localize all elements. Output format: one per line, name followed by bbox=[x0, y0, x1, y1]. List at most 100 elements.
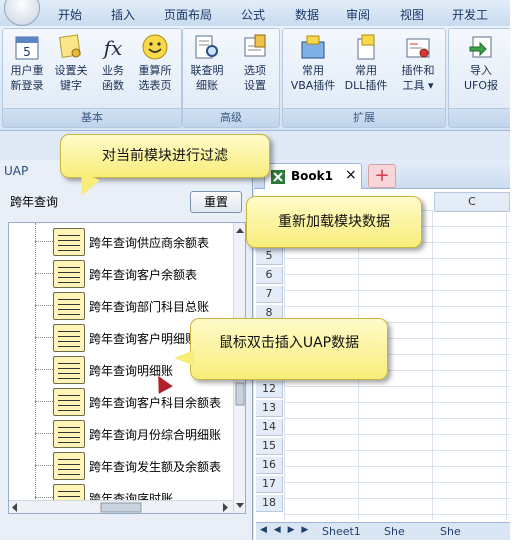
group-advanced: 联查明 细账 选项 设置 高级 bbox=[182, 28, 280, 128]
group-import: 导入 UFO报 bbox=[448, 28, 510, 128]
function-fx-icon: fx bbox=[99, 33, 127, 61]
vba-plugin-button[interactable]: 常用 VBA插件 bbox=[287, 33, 339, 103]
sheet-tab-2[interactable]: She bbox=[384, 525, 405, 538]
reset-button[interactable]: 重置 bbox=[190, 191, 242, 213]
import-ufo-button[interactable]: 导入 UFO报 bbox=[453, 33, 509, 103]
tree-branch-line bbox=[35, 433, 53, 434]
tree-item-label: 跨年查询发生额及余额表 bbox=[89, 460, 222, 474]
pane-title: UAP bbox=[4, 164, 29, 178]
workbook-tabbar: Book1 × + bbox=[254, 160, 510, 189]
tree-item[interactable]: 跨年查询月份综合明细账 bbox=[9, 417, 231, 449]
excel-icon bbox=[271, 170, 285, 184]
callout-filter: 对当前模块进行过滤 bbox=[60, 134, 270, 178]
report-icon bbox=[53, 260, 85, 288]
sheet-tab-3[interactable]: She bbox=[440, 525, 461, 538]
row-header[interactable]: 13 bbox=[256, 400, 283, 417]
row-header[interactable]: 5 bbox=[256, 248, 283, 265]
menu-home[interactable]: 开始 bbox=[58, 6, 82, 23]
menu-data[interactable]: 数据 bbox=[295, 6, 319, 23]
sheet-tab-1[interactable]: Sheet1 bbox=[322, 525, 361, 538]
office-button[interactable] bbox=[4, 0, 40, 26]
report-icon bbox=[53, 228, 85, 256]
sheet-navigation: ◀ ◀ ▶ ▶ Sheet1 She She bbox=[256, 522, 510, 540]
tree-branch-line bbox=[35, 369, 53, 370]
tree-item[interactable]: 跨年查询供应商余额表 bbox=[9, 225, 231, 257]
add-tab-button[interactable]: + bbox=[368, 164, 396, 188]
tree-branch-line bbox=[35, 241, 53, 242]
group-extensions: 常用 VBA插件 常用 DLL插件 插件和 工具 ▾ 扩展 bbox=[282, 28, 446, 128]
svg-text:5: 5 bbox=[23, 45, 31, 59]
report-icon bbox=[53, 420, 85, 448]
tree-branch-line bbox=[35, 337, 53, 338]
tree-item[interactable]: 跨年查询部门科目总账 bbox=[9, 289, 231, 321]
options-icon bbox=[241, 33, 269, 61]
relogin-button[interactable]: 5 用户重 新登录 bbox=[5, 33, 49, 103]
tree-item-label: 跨年查询客户科目余额表 bbox=[89, 396, 222, 410]
ledger-search-icon bbox=[193, 33, 221, 61]
ledger-query-button[interactable]: 联查明 细账 bbox=[185, 33, 229, 103]
report-icon bbox=[53, 452, 85, 480]
row-header[interactable]: 16 bbox=[256, 457, 283, 474]
close-tab-icon[interactable]: × bbox=[345, 167, 357, 183]
tree-item[interactable]: 跨年查询发生额及余额表 bbox=[9, 449, 231, 481]
svg-text:fx: fx bbox=[102, 36, 123, 60]
tree-branch-line bbox=[35, 273, 53, 274]
group-label-import bbox=[449, 108, 510, 127]
filter-input[interactable] bbox=[8, 190, 190, 212]
column-header-c[interactable]: C bbox=[434, 192, 510, 212]
row-header[interactable]: 18 bbox=[256, 495, 283, 512]
group-label-advanced: 高级 bbox=[183, 108, 279, 127]
row-header[interactable]: 17 bbox=[256, 476, 283, 493]
tree-branch-line bbox=[35, 401, 53, 402]
tree-horizontal-scrollbar[interactable] bbox=[9, 500, 233, 513]
set-keyword-button[interactable]: 设置关 键字 bbox=[49, 33, 93, 103]
plugin-tools-icon bbox=[404, 33, 432, 61]
tree-item-label: 跨年查询客户明细账 bbox=[89, 332, 198, 346]
tree-item-label: 跨年查询月份综合明细账 bbox=[89, 428, 222, 442]
import-ufo-icon bbox=[467, 33, 495, 61]
calendar-icon: 5 bbox=[13, 33, 41, 61]
vba-plugin-icon bbox=[299, 33, 327, 61]
tree-item-label: 跨年查询客户余额表 bbox=[89, 268, 198, 282]
tab-label: Book1 bbox=[291, 169, 333, 183]
row-header[interactable]: 14 bbox=[256, 419, 283, 436]
report-icon bbox=[53, 356, 85, 384]
group-label-extensions: 扩展 bbox=[283, 108, 445, 127]
sheet-nav-arrows-icon[interactable]: ◀ ◀ ▶ ▶ bbox=[260, 525, 310, 535]
tree-item[interactable]: 跨年查询客户余额表 bbox=[9, 257, 231, 289]
row-header[interactable]: 12 bbox=[256, 381, 283, 398]
group-basic: 5 用户重 新登录 设置关 键字 fx 业务 函数 重算所 选表页 基本 bbox=[2, 28, 182, 128]
dll-plugin-icon bbox=[352, 33, 380, 61]
tree-item[interactable]: 跨年查询客户科目余额表 bbox=[9, 385, 231, 417]
tree-branch-line bbox=[35, 497, 53, 498]
row-header[interactable]: 7 bbox=[256, 286, 283, 303]
menu-review[interactable]: 审阅 bbox=[346, 6, 370, 23]
plugin-tools-button[interactable]: 插件和 工具 ▾ bbox=[395, 33, 441, 103]
report-icon bbox=[53, 388, 85, 416]
menu-bar: 开始 插入 页面布局 公式 数据 审阅 视图 开发工 bbox=[0, 0, 510, 27]
callout-insert-text: 鼠标双击插入UAP数据 bbox=[218, 335, 360, 351]
tree-branch-line bbox=[35, 465, 53, 466]
row-header[interactable]: 6 bbox=[256, 267, 283, 284]
report-icon bbox=[53, 324, 85, 352]
options-button[interactable]: 选项 设置 bbox=[233, 33, 277, 103]
callout-insert-tail bbox=[174, 350, 194, 366]
menu-view[interactable]: 视图 bbox=[400, 6, 424, 23]
app-window: 开始 插入 页面布局 公式 数据 审阅 视图 开发工 5 用户重 新登录 设置关… bbox=[0, 0, 510, 540]
business-function-button[interactable]: fx 业务 函数 bbox=[91, 33, 135, 103]
dll-plugin-button[interactable]: 常用 DLL插件 bbox=[339, 33, 393, 103]
recalc-button[interactable]: 重算所 选表页 bbox=[133, 33, 177, 103]
smiley-icon bbox=[141, 33, 169, 61]
ribbon: 5 用户重 新登录 设置关 键字 fx 业务 函数 重算所 选表页 基本 联查明… bbox=[0, 26, 510, 131]
tree-item-label: 跨年查询供应商余额表 bbox=[89, 236, 210, 250]
menu-insert[interactable]: 插入 bbox=[111, 6, 135, 23]
menu-formulas[interactable]: 公式 bbox=[241, 6, 265, 23]
menu-page-layout[interactable]: 页面布局 bbox=[164, 6, 212, 23]
row-header[interactable]: 15 bbox=[256, 438, 283, 455]
group-label-basic: 基本 bbox=[3, 108, 181, 127]
report-icon bbox=[53, 292, 85, 320]
tree-branch-line bbox=[35, 305, 53, 306]
callout-reload-text: 重新加载模块数据 bbox=[278, 214, 390, 230]
menu-developer[interactable]: 开发工 bbox=[452, 6, 488, 23]
tab-book1[interactable]: Book1 × bbox=[264, 163, 362, 189]
